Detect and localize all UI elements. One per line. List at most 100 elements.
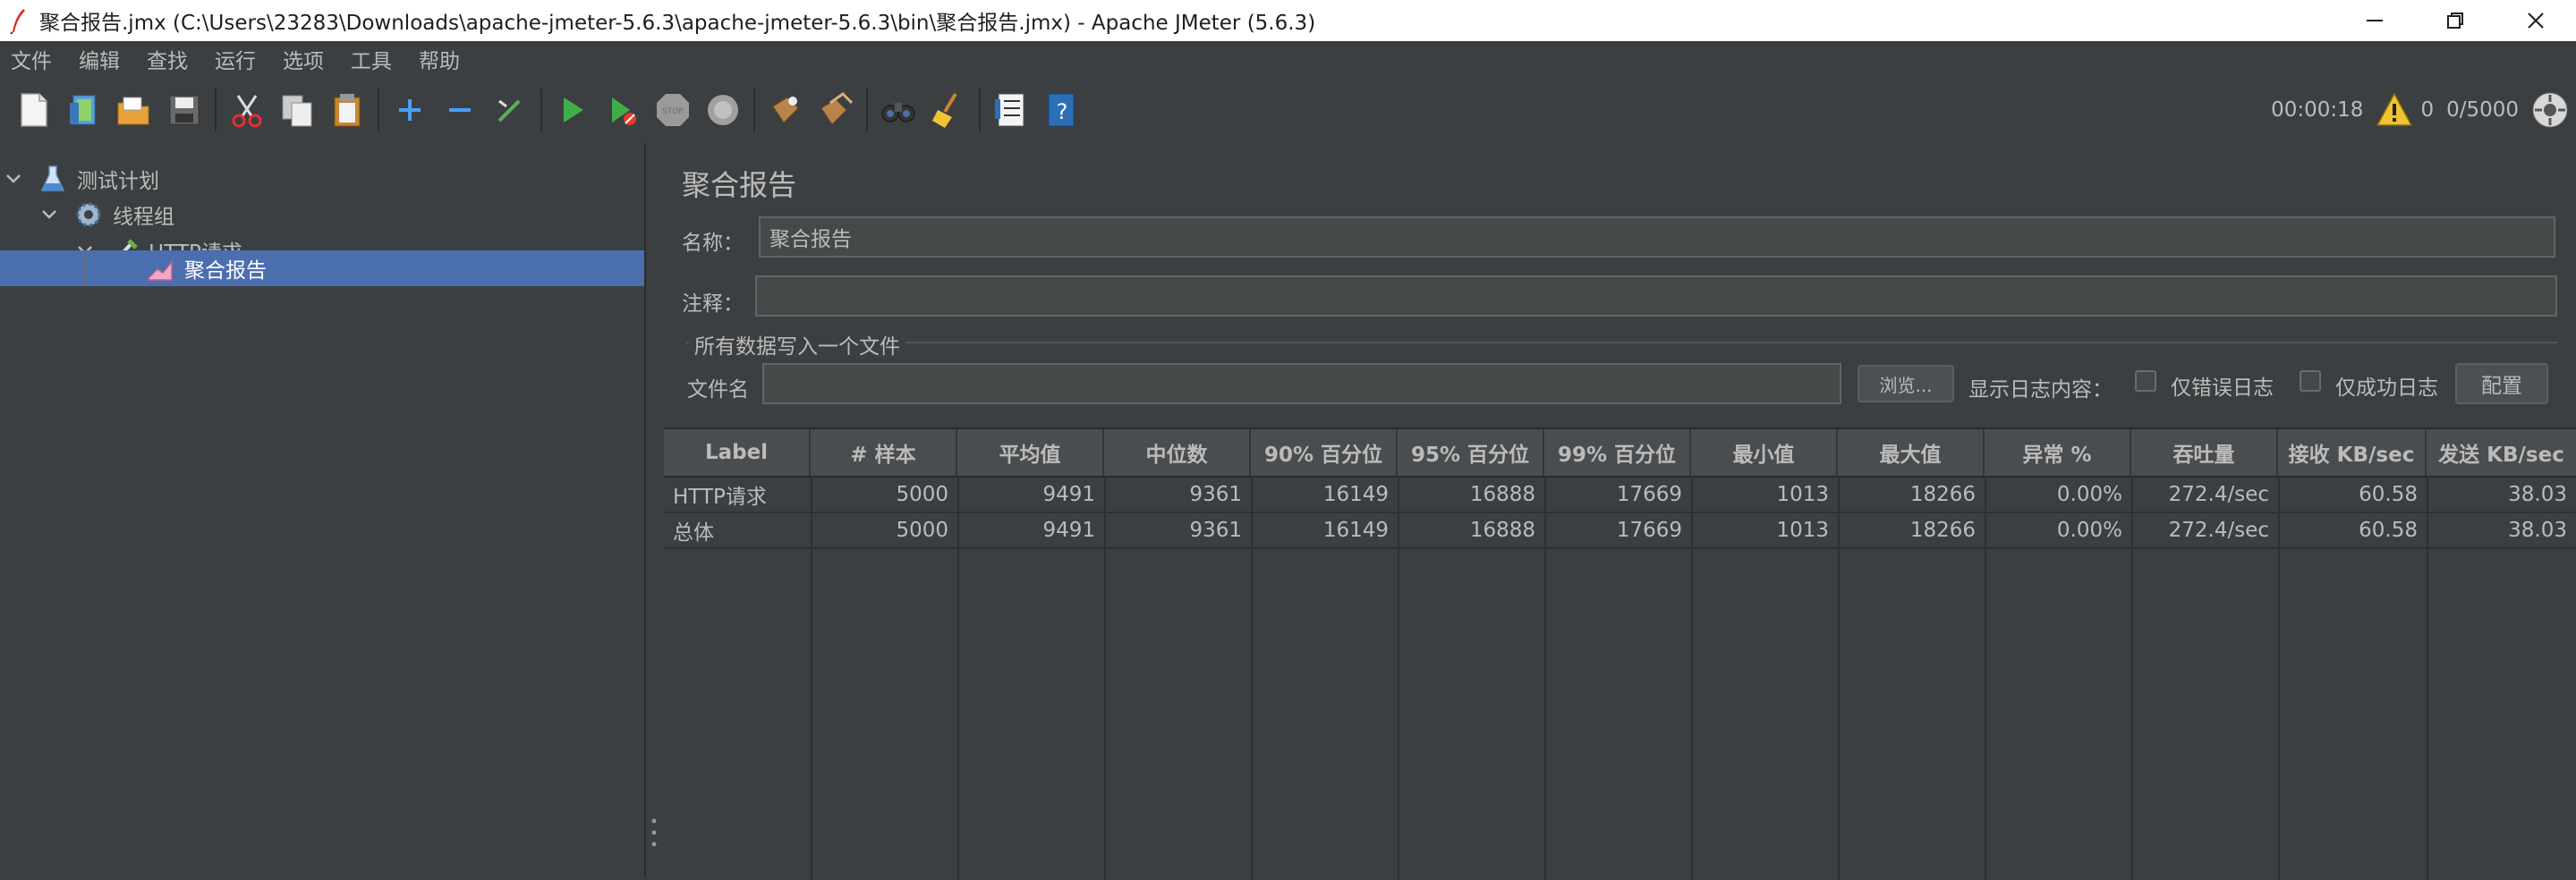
menu-run[interactable]: 运行	[204, 44, 267, 74]
cell-received-kb: 60.58	[2359, 519, 2418, 542]
column-header[interactable]: 中位数	[1104, 429, 1251, 476]
split-pane-divider[interactable]	[646, 143, 662, 878]
comment-label: 注释：	[682, 292, 744, 316]
menu-edit[interactable]: 编辑	[68, 44, 131, 74]
menu-options[interactable]: 选项	[272, 44, 335, 74]
filename-field[interactable]	[762, 363, 1841, 404]
save-button[interactable]	[163, 89, 206, 131]
function-helper-button[interactable]	[990, 89, 1033, 131]
toolbar-separator	[753, 89, 755, 131]
templates-button[interactable]	[63, 89, 106, 131]
remote-engines-icon[interactable]	[2531, 91, 2569, 129]
drag-handle-icon[interactable]	[651, 817, 657, 848]
svg-text:?: ?	[1057, 99, 1068, 124]
column-header[interactable]: 发送 KB/sec	[2427, 429, 2576, 476]
close-icon	[2528, 13, 2544, 29]
clear-button[interactable]	[764, 89, 807, 131]
cell-average: 9491	[1042, 483, 1095, 506]
cell-p99: 17669	[1616, 519, 1682, 542]
column-header[interactable]: 接收 KB/sec	[2278, 429, 2427, 476]
reset-broom-icon	[932, 92, 957, 128]
cell-sent-kb: 38.03	[2508, 519, 2567, 542]
minimize-button[interactable]	[2334, 0, 2415, 41]
comment-field[interactable]	[755, 275, 2557, 317]
cell-median: 9361	[1189, 483, 1242, 506]
paste-button[interactable]	[326, 89, 369, 131]
test-plan-tree: 测试计划 线程组 HTTP请求 聚合报告	[0, 143, 646, 878]
title-bar: 聚合报告.jmx (C:\Users\23283\Downloads\apach…	[0, 0, 2576, 41]
column-header[interactable]: 吞吐量	[2131, 429, 2278, 476]
reset-search-button[interactable]	[927, 89, 970, 131]
tree-item-thread-group[interactable]: 线程组	[0, 197, 644, 233]
chevron-down-icon[interactable]	[39, 205, 59, 224]
column-header[interactable]: 最小值	[1691, 429, 1838, 476]
close-button[interactable]	[2495, 0, 2576, 41]
menu-search[interactable]: 查找	[136, 44, 199, 74]
chevron-down-icon[interactable]	[4, 169, 23, 189]
table-row[interactable]: HTTP请求 5000 9491 9361 16149 16888 17669 …	[664, 478, 2576, 513]
menu-file[interactable]: 文件	[0, 44, 63, 74]
start-button[interactable]	[551, 89, 594, 131]
help-button[interactable]: ?	[1040, 89, 1083, 131]
name-field[interactable]: 聚合报告	[759, 216, 2555, 258]
column-header[interactable]: 平均值	[957, 429, 1104, 476]
cell-p90: 16149	[1322, 483, 1389, 506]
column-header[interactable]: # 样本	[811, 429, 957, 476]
column-header[interactable]: 90% 百分位	[1251, 429, 1398, 476]
play-no-pause-icon	[612, 97, 636, 125]
tree-item-test-plan[interactable]: 测试计划	[0, 161, 644, 197]
menu-help[interactable]: 帮助	[408, 44, 471, 74]
errors-only-checkbox[interactable]	[2135, 370, 2156, 392]
toggle-wand-icon	[497, 99, 521, 123]
new-button[interactable]	[13, 89, 55, 131]
play-icon	[564, 97, 583, 123]
expand-all-button[interactable]	[388, 89, 431, 131]
svg-text:STOP: STOP	[662, 107, 684, 116]
gear-icon	[76, 202, 101, 227]
clear-broom-icon	[772, 97, 799, 123]
jmeter-feather-icon	[10, 9, 25, 34]
column-header[interactable]: 最大值	[1838, 429, 1985, 476]
cell-error-pct: 0.00%	[2056, 519, 2122, 542]
toolbar-separator	[866, 89, 868, 131]
file-group-title: 所有数据写入一个文件	[689, 329, 905, 360]
column-header[interactable]: 95% 百分位	[1398, 429, 1544, 476]
toolbar-separator	[378, 89, 379, 131]
search-button[interactable]	[877, 89, 920, 131]
cell-max: 18266	[1909, 519, 1976, 542]
plus-icon	[399, 99, 421, 121]
function-list-icon	[995, 93, 1024, 127]
column-header[interactable]: 异常 %	[1985, 429, 2131, 476]
window-title: 聚合报告.jmx (C:\Users\23283\Downloads\apach…	[39, 12, 1316, 35]
shutdown-button[interactable]	[701, 89, 744, 131]
group-border	[685, 342, 2557, 343]
restore-button[interactable]	[2415, 0, 2495, 41]
browse-button[interactable]: 浏览...	[1858, 365, 1954, 402]
tree-item-aggregate-report-content[interactable]: 聚合报告	[0, 250, 644, 286]
tree-item-label: 测试计划	[77, 170, 159, 193]
start-no-pauses-button[interactable]	[601, 89, 644, 131]
menu-tools[interactable]: 工具	[340, 44, 403, 74]
clear-all-button[interactable]	[814, 89, 857, 131]
copy-button[interactable]	[276, 89, 319, 131]
cut-button[interactable]	[225, 89, 268, 131]
configure-button[interactable]: 配置	[2455, 363, 2548, 404]
cell-received-kb: 60.58	[2359, 483, 2418, 506]
cell-p99: 17669	[1616, 483, 1682, 506]
help-book-icon: ?	[1048, 93, 1075, 127]
filename-label: 文件名	[687, 378, 749, 402]
success-only-checkbox[interactable]	[2300, 370, 2321, 392]
column-header[interactable]: Label	[664, 429, 811, 476]
toggle-button[interactable]	[489, 89, 531, 131]
column-header[interactable]: 99% 百分位	[1544, 429, 1691, 476]
stop-button[interactable]: STOP	[651, 89, 694, 131]
open-button[interactable]	[113, 89, 156, 131]
cell-samples: 5000	[896, 519, 948, 542]
copy-icon	[282, 95, 312, 127]
errors-only-label: 仅错误日志	[2171, 377, 2274, 400]
table-row[interactable]: 总体 5000 9491 9361 16149 16888 17669 1013…	[664, 513, 2576, 549]
warning-icon[interactable]	[2376, 91, 2413, 129]
cell-p95: 16888	[1469, 519, 1535, 542]
paste-icon	[334, 94, 361, 127]
collapse-all-button[interactable]	[438, 89, 481, 131]
